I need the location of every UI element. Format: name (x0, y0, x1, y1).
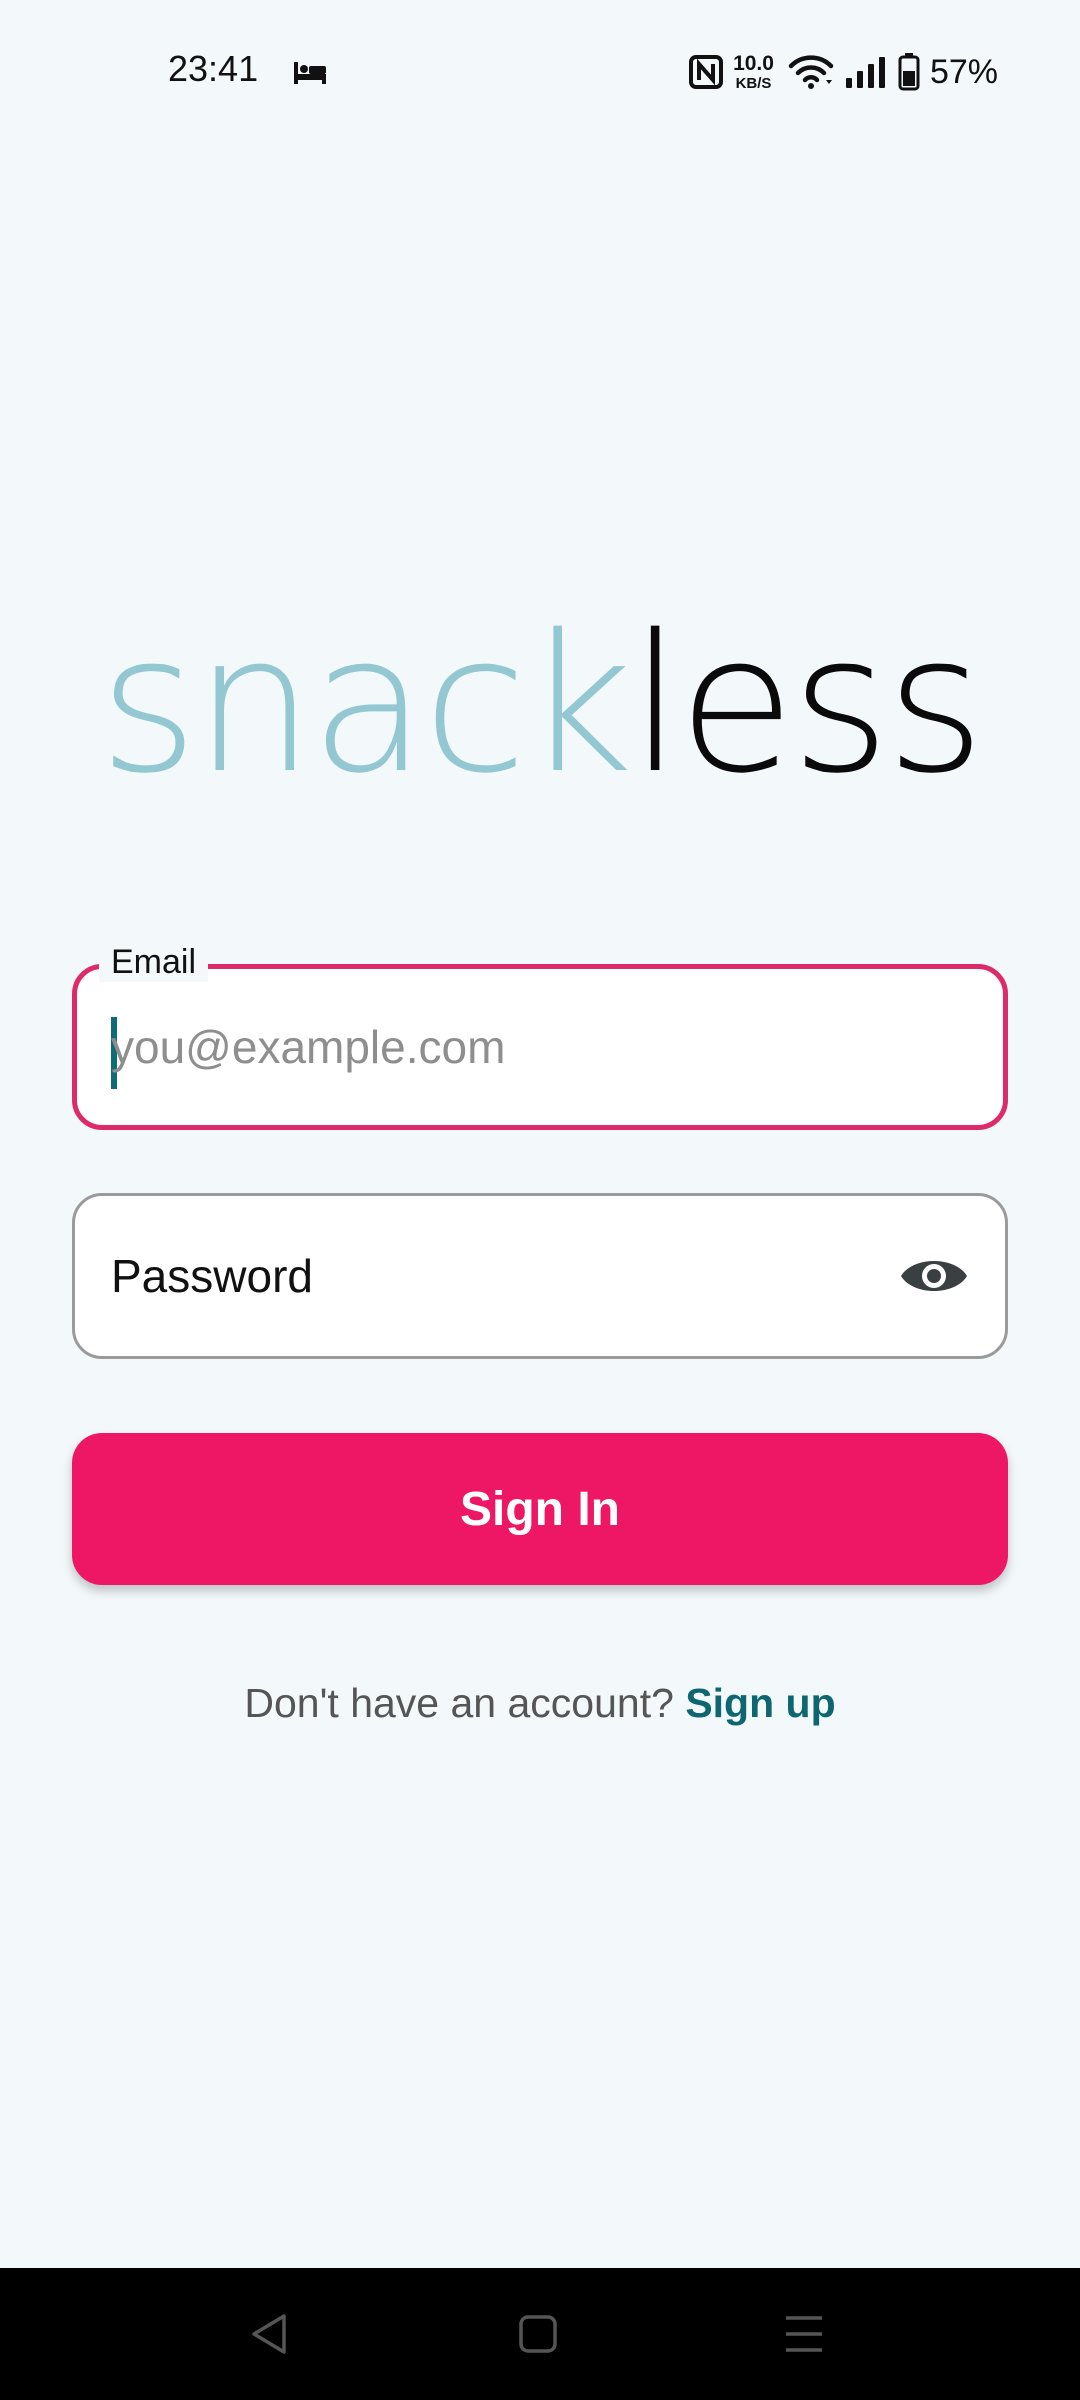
sign-in-button[interactable]: Sign In (72, 1433, 1008, 1585)
signup-prompt: Don't have an account? (244, 1680, 674, 1726)
signal-icon (845, 57, 885, 88)
back-icon[interactable] (240, 2304, 300, 2364)
battery-icon (898, 53, 920, 91)
net-speed-value: 10.0 (733, 52, 774, 75)
logo-part-less: less (629, 594, 985, 815)
login-screen: 23:41 10.0 KB/S 57% snackless Email you@… (0, 0, 1080, 2400)
net-speed: 10.0 KB/S (733, 53, 774, 91)
password-field[interactable]: Password (72, 1193, 1008, 1359)
recents-icon[interactable] (774, 2304, 834, 2364)
password-input[interactable]: Password (111, 1196, 313, 1356)
net-speed-unit: KB/S (735, 75, 772, 92)
nfc-icon (689, 55, 724, 89)
battery-percent: 57% (929, 52, 998, 91)
system-nav-bar (0, 2268, 1080, 2400)
email-input[interactable]: you@example.com (111, 969, 973, 1125)
signup-link[interactable]: Sign up (685, 1680, 835, 1726)
email-field[interactable]: Email you@example.com (72, 943, 1008, 1130)
status-bar: 23:41 10.0 KB/S 57% (0, 0, 1080, 145)
status-icons: 10.0 KB/S 57% (689, 48, 998, 96)
home-icon[interactable] (508, 2304, 568, 2364)
logo-part-snack: snack (98, 594, 633, 815)
status-time: 23:41 (168, 48, 259, 89)
wifi-icon (788, 55, 834, 89)
eye-icon[interactable] (899, 1253, 969, 1299)
signup-row: Don't have an account? Sign up (0, 1680, 1080, 1727)
app-logo: snackless (0, 610, 1080, 800)
bed-icon (294, 62, 326, 84)
